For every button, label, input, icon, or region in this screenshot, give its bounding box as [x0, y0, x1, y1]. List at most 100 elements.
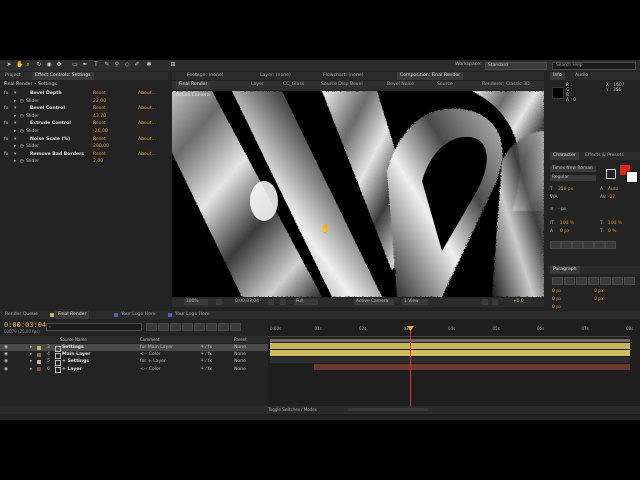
effect-reset-button[interactable]: Reset: [93, 105, 106, 113]
grid-toggle-icon[interactable]: [216, 299, 222, 305]
visibility-eye-icon[interactable]: ◉: [4, 366, 8, 373]
effect-row[interactable]: fx ▾ Noise Scale (%) Reset About...: [0, 136, 168, 144]
text-tool-icon[interactable]: T: [93, 62, 99, 68]
fx-badge-icon[interactable]: fx: [4, 90, 8, 98]
param-value[interactable]: 22,00: [93, 98, 106, 106]
baseline-value[interactable]: 0 px: [560, 229, 570, 234]
all-caps-button[interactable]: [572, 241, 583, 249]
visibility-eye-icon[interactable]: ◉: [4, 351, 8, 358]
subtab-source-disp-bevel[interactable]: Source Disp Bevel: [318, 81, 366, 89]
align-center-button[interactable]: [564, 277, 575, 285]
tab-paragraph[interactable]: Paragraph: [550, 266, 580, 274]
flowchart-icon[interactable]: [492, 299, 498, 305]
resolution-dropdown[interactable]: Full: [294, 299, 318, 305]
superscript-button[interactable]: [594, 241, 605, 249]
effect-expand-icon[interactable]: ▾: [14, 136, 16, 144]
fx-badge-icon[interactable]: fx: [4, 120, 8, 128]
visibility-eye-icon[interactable]: ◉: [4, 358, 8, 365]
fast-previews-icon[interactable]: [482, 299, 488, 305]
effect-row[interactable]: fx ▾ Bevel Depth Reset About...: [0, 90, 168, 98]
layer-label-color[interactable]: [37, 359, 41, 364]
subtab-bevel-noise[interactable]: Bevel Noise: [384, 81, 417, 89]
layer-name[interactable]: + Settings: [62, 358, 89, 365]
space-after-value[interactable]: 0 px: [552, 305, 562, 310]
exposure-value[interactable]: +0,0: [513, 299, 524, 305]
comp-mini-flowchart-button[interactable]: [146, 323, 157, 331]
camera-dropdown[interactable]: Active Camera: [354, 299, 394, 305]
subtab-cc-glass[interactable]: CC_Glass: [280, 81, 307, 89]
brainstorm-button[interactable]: [206, 323, 217, 331]
search-help-field[interactable]: Search Help: [552, 62, 636, 70]
selection-tool-icon[interactable]: ➤: [6, 62, 12, 68]
tab-effect-controls[interactable]: Effect Controls: Settings: [32, 72, 94, 80]
layer-name[interactable]: + Layer: [62, 366, 82, 373]
layer-expand-icon[interactable]: ▸: [30, 351, 32, 358]
layer-label-color[interactable]: [37, 352, 41, 357]
effect-expand-icon[interactable]: ▾: [14, 120, 16, 128]
layer-bar-plus-layer[interactable]: [314, 364, 630, 370]
effect-expand-icon[interactable]: ▾: [14, 105, 16, 113]
layer-search-field[interactable]: ⌕: [46, 323, 142, 331]
layer-switches[interactable]: ⚘ ⁄ fx: [200, 351, 212, 358]
layer-parent-dropdown[interactable]: None: [234, 358, 246, 365]
roto-brush-tool-icon[interactable]: ✐: [134, 62, 140, 68]
effect-reset-button[interactable]: Reset: [93, 136, 106, 144]
layer-name[interactable]: Settings: [62, 344, 84, 351]
pen-tool-icon[interactable]: ✒: [82, 62, 88, 68]
stopwatch-icon[interactable]: ◷: [20, 113, 24, 121]
tab-render-queue[interactable]: Render Queue: [2, 311, 41, 319]
tab-flowchart[interactable]: Flowchart: (none): [320, 72, 366, 80]
motion-blur-button[interactable]: [194, 323, 205, 331]
layer-row[interactable]: ◉ ▸ 5 + Settings for + Layer ⚘ ⁄ fx None: [0, 358, 268, 366]
tab-effects-presets[interactable]: Effects & Presets: [582, 152, 627, 160]
effect-row[interactable]: fx ▾ Bevel Control Reset About...: [0, 105, 168, 113]
layer-comment[interactable]: <-- Color: [140, 366, 161, 373]
layer-name[interactable]: Main Layer: [62, 351, 90, 358]
justify-center-button[interactable]: [600, 277, 611, 285]
tab-footage[interactable]: Footage: (none): [184, 72, 227, 80]
hand-tool-icon[interactable]: ✋: [16, 62, 23, 68]
column-source-name[interactable]: Source Name: [60, 336, 87, 343]
workspace-dropdown[interactable]: Standard: [485, 62, 547, 70]
stroke-width-value[interactable]: - px: [558, 207, 566, 212]
stopwatch-icon[interactable]: ◷: [20, 143, 24, 151]
horizontal-scale-value[interactable]: 100 %: [608, 221, 622, 226]
viewer-timecode[interactable]: 0;00;03;04: [235, 299, 259, 305]
param-expand-icon[interactable]: ▸: [14, 113, 16, 121]
composition-canvas[interactable]: ✋ Active Camera: [172, 91, 544, 297]
shy-switch-button[interactable]: [170, 323, 181, 331]
subtab-layer[interactable]: Layer: [248, 81, 267, 89]
layer-comment[interactable]: for Main Layer: [140, 344, 173, 351]
toggle-switches-modes[interactable]: Toggle Switches / Modes: [268, 406, 317, 414]
vertical-scale-value[interactable]: 100 %: [560, 221, 574, 226]
brush-tool-icon[interactable]: ✎: [104, 62, 110, 68]
effect-row[interactable]: fx ▾ Remove Bad Borders Reset About...: [0, 151, 168, 159]
layer-parent-dropdown[interactable]: None: [234, 366, 246, 373]
effect-expand-icon[interactable]: ▾: [14, 151, 16, 159]
indent-left-value[interactable]: 0 px: [552, 289, 562, 294]
small-caps-button[interactable]: [583, 241, 594, 249]
param-expand-icon[interactable]: ▸: [14, 143, 16, 151]
effect-reset-button[interactable]: Reset: [93, 120, 106, 128]
tab-your-logo-here[interactable]: Your Logo Here: [118, 311, 159, 319]
effect-about-button[interactable]: About...: [138, 120, 156, 128]
tab-info[interactable]: Info: [550, 72, 565, 80]
layer-switches[interactable]: ⚘ ⁄ fx: [200, 366, 212, 373]
zoom-dropdown[interactable]: 100%: [184, 299, 208, 305]
tab-audio[interactable]: Audio: [572, 72, 591, 80]
effect-param-row[interactable]: ▸ ◷ Slider -26,00: [0, 128, 168, 136]
effect-reset-button[interactable]: Reset: [93, 90, 106, 98]
rectangle-tool-icon[interactable]: ▭: [72, 62, 78, 68]
layer-expand-icon[interactable]: ▸: [30, 366, 32, 373]
tab-your-logo-here-2[interactable]: Your Logo Here: [172, 311, 213, 319]
layer-parent-dropdown[interactable]: None: [234, 351, 246, 358]
subtab-final-render[interactable]: Final Render: [176, 81, 211, 89]
stopwatch-icon[interactable]: ◷: [20, 128, 24, 136]
layer-parent-dropdown[interactable]: None: [234, 344, 246, 351]
justify-left-button[interactable]: [588, 277, 599, 285]
font-family-dropdown[interactable]: Times New Roman: [550, 166, 596, 172]
font-style-dropdown[interactable]: Regular: [550, 175, 596, 181]
effect-about-button[interactable]: About...: [138, 90, 156, 98]
tsume-value[interactable]: 0 %: [608, 229, 616, 234]
subtab-renderer[interactable]: Renderer: Classic 3D: [479, 81, 533, 89]
